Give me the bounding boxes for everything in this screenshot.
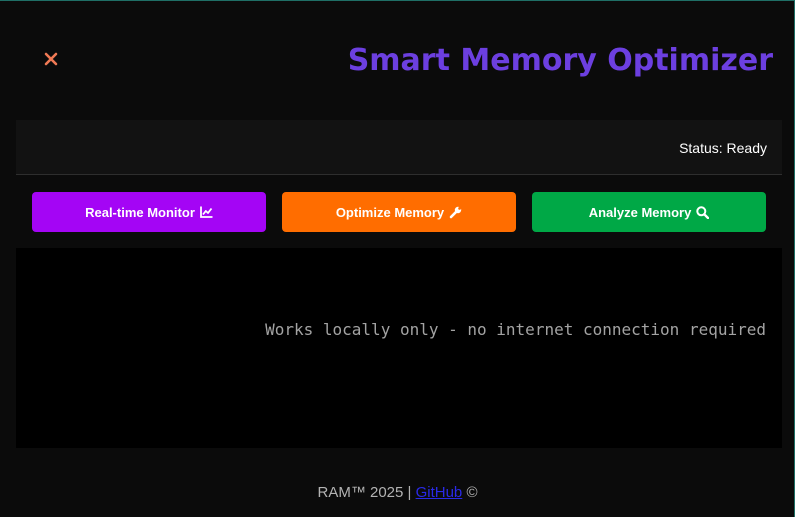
realtime-monitor-button[interactable]: Real-time Monitor	[32, 192, 266, 232]
output-console: Works locally only - no internet connect…	[16, 248, 782, 448]
github-link[interactable]: GitHub	[416, 484, 463, 501]
footer: RAM™ 2025 | GitHub ©	[0, 483, 795, 503]
footer-copyright: RAM™ 2025 |	[317, 484, 412, 501]
wrench-icon	[449, 206, 462, 218]
line-chart-icon	[199, 206, 213, 218]
status-bar: Status: Ready	[16, 120, 782, 175]
optimize-memory-button[interactable]: Optimize Memory	[282, 192, 516, 232]
close-icon	[44, 52, 58, 66]
close-button[interactable]	[36, 44, 66, 74]
app-window: Smart Memory Optimizer Status: Ready Rea…	[0, 0, 795, 517]
status-text: Status: Ready	[679, 140, 767, 156]
console-message: Works locally only - no internet connect…	[265, 320, 766, 339]
optimize-memory-label: Optimize Memory	[335, 204, 445, 220]
magnifier-icon	[696, 205, 710, 219]
footer-copyright-symbol: ©	[466, 484, 478, 501]
analyze-memory-button[interactable]: Analyze Memory	[532, 192, 766, 232]
app-title: Smart Memory Optimizer	[347, 43, 773, 78]
analyze-memory-label: Analyze Memory	[588, 204, 692, 220]
realtime-monitor-label: Real-time Monitor	[85, 204, 195, 220]
